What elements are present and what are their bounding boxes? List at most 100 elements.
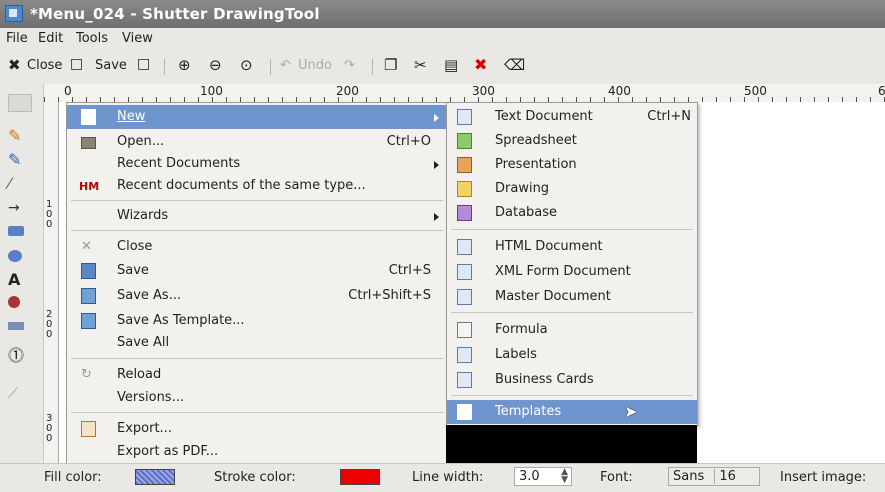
menu-item-save[interactable]: Save Ctrl+S <box>67 259 447 283</box>
menu-separator <box>71 230 443 231</box>
presentation-icon <box>457 157 472 173</box>
censor-tool-icon[interactable] <box>8 296 20 308</box>
menu-item-save-as-template[interactable]: Save As Template... <box>67 309 447 333</box>
formula-icon <box>457 322 472 338</box>
menu-item-wizards[interactable]: Wizards <box>67 204 447 228</box>
menu-item-xml-form-document[interactable]: XML Form Document <box>447 260 697 284</box>
menu-tools[interactable]: Tools <box>76 31 108 46</box>
number-tool-icon[interactable]: ⓵ <box>8 342 30 365</box>
menu-item-export-pdf[interactable]: Export as PDF... <box>67 440 447 464</box>
rectangle-tool-icon[interactable] <box>8 226 24 236</box>
tool-palette: ✎ ✎ ⁄ → A ⓵ ⟋ <box>0 84 44 464</box>
ruler-mark: 6 <box>878 84 885 98</box>
menu-view[interactable]: View <box>122 31 153 46</box>
pencil-tool-icon[interactable]: ✎ <box>8 126 30 145</box>
submenu-arrow-icon <box>434 213 439 221</box>
menu-item-labels[interactable]: Labels <box>447 343 697 367</box>
menu-item-spreadsheet[interactable]: Spreadsheet <box>447 129 697 153</box>
delete-icon[interactable]: ✖ <box>474 55 487 74</box>
ruler-mark: 0 <box>64 84 72 98</box>
text-tool-icon[interactable]: A <box>8 270 30 289</box>
menu-item-text-document[interactable]: Text Document Ctrl+N <box>447 105 697 129</box>
stroke-color-button[interactable] <box>340 469 380 485</box>
close-button[interactable]: Close <box>27 58 62 73</box>
submenu-arrow-icon <box>434 161 439 169</box>
fill-color-button[interactable] <box>135 469 175 485</box>
menu-item-database[interactable]: Database <box>447 201 697 225</box>
undo-icon[interactable]: ↶ <box>280 58 291 73</box>
spinner-arrows-icon[interactable]: ▲ ▼ <box>561 468 568 485</box>
hm-icon: HM <box>79 180 100 193</box>
menu-item-recent-documents[interactable]: Recent Documents <box>67 152 447 176</box>
menu-item-versions[interactable]: Versions... <box>67 386 447 410</box>
ruler-mark: 400 <box>608 84 631 98</box>
menu-item-new[interactable]: New <box>67 105 447 129</box>
window-title: *Menu_024 - Shutter DrawingTool <box>30 5 320 23</box>
line-width-spinner[interactable]: 3.0 ▲ ▼ <box>514 467 572 486</box>
ruler-mark: 200 <box>336 84 359 98</box>
zoom-fit-icon[interactable]: ⊙ <box>240 56 253 74</box>
menu-item-formula[interactable]: Formula <box>447 318 697 342</box>
arrow-tool-icon[interactable]: → <box>8 200 30 216</box>
menu-edit[interactable]: Edit <box>38 31 63 46</box>
app-icon <box>5 5 23 22</box>
clear-canvas-icon[interactable]: ⟋ <box>8 386 30 402</box>
close-doc-icon: ✕ <box>81 239 92 254</box>
select-tool-icon[interactable] <box>8 94 32 112</box>
menu-item-templates[interactable]: Templates <box>447 400 697 424</box>
menu-item-reload[interactable]: ↻ Reload <box>67 363 447 387</box>
menu-item-export[interactable]: Export... <box>67 417 447 441</box>
vruler-mark: 2 0 0 <box>46 309 53 340</box>
menu-item-save-as[interactable]: Save As... Ctrl+Shift+S <box>67 284 447 308</box>
html-document-icon <box>457 239 472 255</box>
menu-separator <box>451 229 693 230</box>
mouse-cursor-icon: ➤ <box>624 402 638 421</box>
cut-icon[interactable]: ✂ <box>414 56 427 74</box>
clear-icon[interactable]: ⌫ <box>504 56 525 74</box>
ruler-mark: 500 <box>744 84 767 98</box>
redo-icon[interactable]: ↷ <box>344 58 355 73</box>
menu-item-business-cards[interactable]: Business Cards <box>447 368 697 392</box>
menu-file[interactable]: File <box>6 31 28 46</box>
menu-item-close[interactable]: ✕ Close <box>67 235 447 259</box>
undo-button[interactable]: Undo <box>298 58 332 73</box>
save-icon <box>81 263 96 279</box>
fill-color-label: Fill color: <box>44 470 102 485</box>
copy-icon[interactable]: ❐ <box>384 56 397 74</box>
line-tool-icon[interactable]: ⁄ <box>8 174 30 193</box>
title-bar: *Menu_024 - Shutter DrawingTool <box>0 0 885 28</box>
occluded-area <box>446 425 697 463</box>
save-as-icon[interactable]: □ <box>137 56 150 72</box>
menu-separator <box>71 358 443 359</box>
highlighter-tool-icon[interactable]: ✎ <box>8 150 30 169</box>
ruler-mark: 300 <box>472 84 495 98</box>
database-icon <box>457 205 472 221</box>
vruler-mark: 3 0 0 <box>46 413 53 444</box>
menu-item-save-all[interactable]: Save All <box>67 331 447 355</box>
menu-item-html-document[interactable]: HTML Document <box>447 235 697 259</box>
menu-item-recent-same-type[interactable]: HM Recent documents of the same type... <box>67 174 447 198</box>
toolbar: ✖ Close □ Save □ ⊕ ⊖ ⊙ ↶ Undo ↷ ❐ ✂ ▤ ✖ … <box>0 50 885 85</box>
toolbar-separator <box>164 59 165 75</box>
close-icon[interactable]: ✖ <box>8 56 21 74</box>
save-button[interactable]: Save <box>95 58 127 73</box>
new-submenu: Text Document Ctrl+N Spreadsheet Present… <box>446 102 698 426</box>
menu-item-master-document[interactable]: Master Document <box>447 285 697 309</box>
template-save-icon <box>81 313 96 329</box>
drawing-icon <box>457 181 472 197</box>
menu-item-drawing[interactable]: Drawing <box>447 177 697 201</box>
menu-item-presentation[interactable]: Presentation <box>447 153 697 177</box>
submenu-arrow-icon <box>434 114 439 122</box>
paste-icon[interactable]: ▤ <box>444 56 458 74</box>
font-button[interactable]: Sans 16 <box>668 467 760 486</box>
pixelate-tool-icon[interactable] <box>8 322 24 330</box>
zoom-out-icon[interactable]: ⊖ <box>209 56 222 74</box>
toolbar-separator <box>270 59 271 75</box>
ellipse-tool-icon[interactable] <box>8 250 22 262</box>
menu-item-open[interactable]: Open... Ctrl+O <box>67 130 447 154</box>
new-document-icon <box>81 109 96 125</box>
save-icon[interactable]: □ <box>70 56 83 72</box>
zoom-in-icon[interactable]: ⊕ <box>178 56 191 74</box>
reload-icon: ↻ <box>81 367 92 382</box>
menu-bar: File Edit Tools View <box>0 28 885 50</box>
